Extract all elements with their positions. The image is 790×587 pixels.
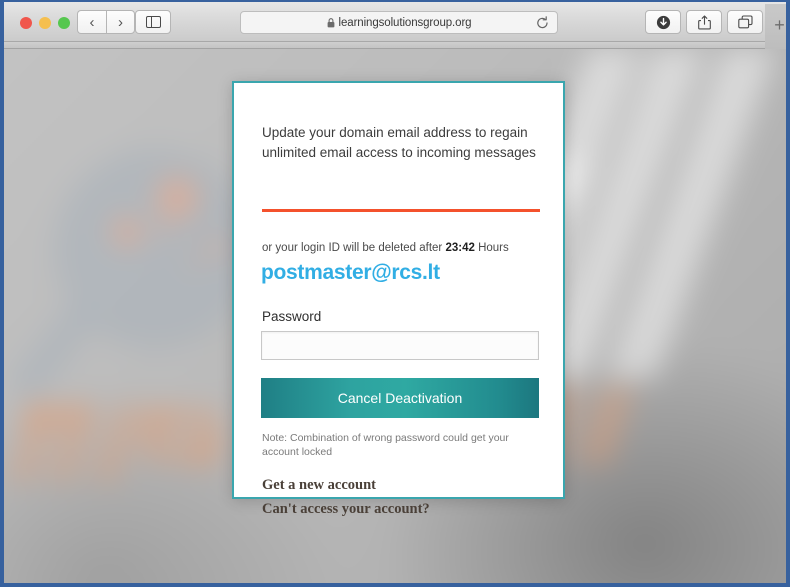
deadline-text: or your login ID will be deleted after 2… bbox=[262, 240, 552, 256]
downloads-button[interactable] bbox=[645, 10, 681, 34]
warning-note: Note: Combination of wrong password coul… bbox=[262, 432, 509, 458]
reload-icon[interactable] bbox=[536, 16, 549, 35]
browser-window: ‹ › learningsolutionsgroup.org + Update … bbox=[0, 0, 790, 587]
decorative-dot bbox=[207, 239, 224, 256]
deadline-prefix: or your login ID will be deleted after bbox=[262, 242, 446, 254]
address-bar[interactable]: learningsolutionsgroup.org bbox=[240, 11, 558, 34]
download-icon bbox=[656, 15, 670, 29]
window-maximize-button[interactable] bbox=[58, 17, 70, 29]
watermark-letter bbox=[18, 404, 92, 428]
deadline-suffix: Hours bbox=[474, 242, 509, 254]
headline-text: Update your domain email address to rega… bbox=[262, 125, 536, 160]
window-close-button[interactable] bbox=[20, 17, 32, 29]
decorative-dot bbox=[112, 217, 142, 247]
get-new-account-link[interactable]: Get a new account bbox=[262, 477, 376, 494]
url-text: learningsolutionsgroup.org bbox=[338, 16, 472, 29]
deadline-time: 23:42 bbox=[445, 242, 475, 254]
browser-toolbar: ‹ › learningsolutionsgroup.org bbox=[4, 2, 786, 42]
decorative-dot bbox=[156, 177, 198, 219]
page-viewport: Update your domain email address to rega… bbox=[4, 49, 786, 583]
forward-button[interactable]: › bbox=[106, 10, 135, 34]
divider bbox=[262, 209, 540, 212]
login-card: Update your domain email address to rega… bbox=[232, 81, 565, 517]
lock-icon bbox=[327, 17, 335, 28]
chevron-left-icon: ‹ bbox=[89, 13, 95, 31]
cant-access-account-link[interactable]: Can't access your account? bbox=[262, 501, 430, 518]
tab-overview-icon bbox=[737, 15, 753, 29]
share-button[interactable] bbox=[686, 10, 722, 34]
tab-overview-button[interactable] bbox=[727, 10, 763, 34]
toolbar-separator bbox=[4, 42, 786, 49]
new-tab-button[interactable]: + bbox=[765, 4, 786, 49]
chevron-right-icon: › bbox=[118, 13, 123, 31]
back-button[interactable]: ‹ bbox=[77, 10, 106, 34]
cancel-deactivation-button[interactable]: Cancel Deactivation bbox=[261, 378, 539, 418]
sidebar-toggle-button[interactable] bbox=[135, 10, 171, 34]
window-minimize-button[interactable] bbox=[39, 17, 51, 29]
plus-icon: + bbox=[774, 14, 785, 35]
password-label: Password bbox=[262, 309, 322, 324]
sidebar-icon bbox=[145, 16, 161, 28]
decorative-dot bbox=[157, 223, 170, 236]
email-address: postmaster@rcs.lt bbox=[261, 261, 440, 284]
share-icon bbox=[697, 14, 711, 29]
decorative-dot bbox=[189, 257, 199, 267]
password-input[interactable] bbox=[261, 331, 539, 360]
